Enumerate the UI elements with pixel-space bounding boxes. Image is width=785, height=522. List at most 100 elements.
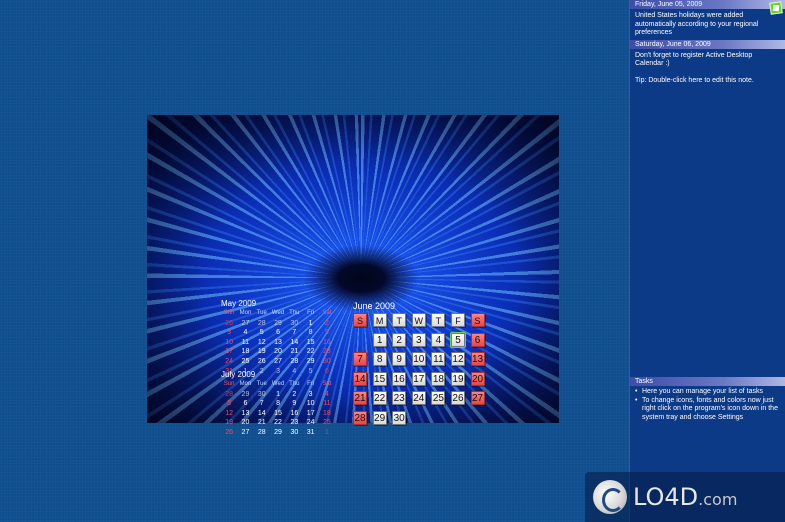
day-cell[interactable]: 28 [254,428,270,438]
note-june-06[interactable]: Saturday, June 06, 2009 Don't forget to … [630,39,785,71]
day-cell[interactable]: 7 [254,399,270,409]
day-cell[interactable]: 19 [254,347,270,357]
day-tile[interactable]: 12 [450,352,465,367]
day-tile[interactable]: 8 [372,352,387,367]
day-tile[interactable]: 4 [431,332,446,347]
day-cell[interactable]: 7 [286,328,302,338]
day-tile[interactable]: 26 [450,391,465,406]
day-cell[interactable]: 6 [237,399,253,409]
day-cell[interactable]: 14 [254,409,270,419]
tasks-section[interactable]: Tasks Here you can manage your list of t… [630,377,785,422]
day-cell[interactable]: 29 [302,357,318,367]
day-cell[interactable]: 12 [221,409,237,419]
day-tile[interactable]: 2 [392,332,407,347]
day-cell[interactable]: 21 [254,418,270,428]
day-cell[interactable]: 26 [254,357,270,367]
day-cell[interactable]: 30 [319,357,335,367]
day-cell[interactable]: 28 [286,357,302,367]
day-cell[interactable]: 18 [237,347,253,357]
day-tile[interactable]: 9 [392,352,407,367]
day-tile[interactable]: 16 [392,371,407,386]
day-tile[interactable]: 17 [411,371,426,386]
day-tile[interactable]: 25 [431,391,446,406]
day-cell[interactable]: 24 [221,357,237,367]
day-cell[interactable]: 1 [270,390,286,400]
day-tile[interactable]: 29 [372,410,387,425]
day-tile[interactable]: 1 [372,332,387,347]
day-cell[interactable]: 31 [302,428,318,438]
day-tile[interactable]: 27 [470,391,485,406]
day-cell[interactable]: 19 [221,418,237,428]
day-cell[interactable]: 10 [302,399,318,409]
day-cell[interactable]: 3 [302,390,318,400]
day-cell[interactable]: 14 [286,338,302,348]
day-cell[interactable]: 5 [221,399,237,409]
day-tile[interactable]: 24 [411,391,426,406]
day-cell[interactable]: 6 [270,328,286,338]
day-cell[interactable]: 13 [270,338,286,348]
day-cell[interactable]: 11 [319,399,335,409]
day-cell[interactable]: 22 [302,347,318,357]
day-cell[interactable]: 28 [254,319,270,329]
day-tile[interactable]: 13 [470,352,485,367]
day-tile[interactable]: 6 [470,332,485,347]
day-cell[interactable]: 9 [286,399,302,409]
day-tile[interactable]: 14 [353,371,367,386]
day-cell[interactable]: 26 [221,428,237,438]
notes-panel[interactable]: Friday, June 05, 2009 United States holi… [629,0,785,522]
day-cell[interactable]: 12 [254,338,270,348]
day-cell[interactable]: 17 [302,409,318,419]
day-cell[interactable]: 13 [237,409,253,419]
day-tile[interactable]: 30 [392,410,407,425]
day-tile[interactable]: 21 [353,391,367,406]
day-cell[interactable]: 29 [270,428,286,438]
day-tile[interactable]: 7 [353,352,367,367]
day-tile[interactable]: 11 [431,352,446,367]
day-tile[interactable]: 15 [372,371,387,386]
day-cell[interactable]: 28 [221,390,237,400]
note-june-05[interactable]: Friday, June 05, 2009 United States holi… [630,0,785,40]
day-cell[interactable]: 30 [286,319,302,329]
day-cell[interactable]: 20 [270,347,286,357]
day-cell[interactable]: 23 [319,347,335,357]
day-cell[interactable]: 3 [221,328,237,338]
day-cell[interactable]: 2 [286,390,302,400]
day-tile[interactable]: 22 [372,391,387,406]
tip-text[interactable]: Tip: Double-click here to edit this note… [630,71,785,92]
day-cell[interactable]: 24 [302,418,318,428]
day-cell[interactable]: 1 [302,319,318,329]
day-cell[interactable]: 23 [286,418,302,428]
day-tile[interactable]: 19 [450,371,465,386]
day-cell[interactable]: 17 [221,347,237,357]
day-cell[interactable]: 29 [237,390,253,400]
day-cell[interactable]: 30 [254,390,270,400]
day-cell[interactable]: 27 [270,357,286,367]
day-cell[interactable]: 1 [319,428,335,438]
day-tile[interactable]: 23 [392,391,407,406]
day-cell[interactable]: 30 [286,428,302,438]
day-cell[interactable]: 16 [319,338,335,348]
day-cell[interactable]: 8 [270,399,286,409]
day-cell[interactable]: 25 [237,357,253,367]
day-tile[interactable]: 18 [431,371,446,386]
day-cell[interactable]: 8 [302,328,318,338]
day-cell[interactable]: 15 [270,409,286,419]
day-cell[interactable]: 20 [237,418,253,428]
day-cell[interactable]: 5 [254,328,270,338]
day-tile[interactable]: 10 [411,352,426,367]
day-tile[interactable]: 3 [411,332,426,347]
day-cell[interactable]: 25 [319,418,335,428]
day-cell[interactable]: 21 [286,347,302,357]
day-cell[interactable]: 22 [270,418,286,428]
day-cell[interactable]: 16 [286,409,302,419]
task-item[interactable]: To change icons, fonts and colors now ju… [635,397,782,423]
day-cell[interactable]: 9 [319,328,335,338]
day-cell[interactable]: 27 [237,428,253,438]
day-cell[interactable]: 4 [319,390,335,400]
task-item[interactable]: Here you can manage your list of tasks [635,388,782,397]
day-cell[interactable]: 27 [237,319,253,329]
day-tile[interactable]: 20 [470,371,485,386]
day-cell[interactable]: 10 [221,338,237,348]
day-cell[interactable]: 18 [319,409,335,419]
day-cell[interactable]: 29 [270,319,286,329]
